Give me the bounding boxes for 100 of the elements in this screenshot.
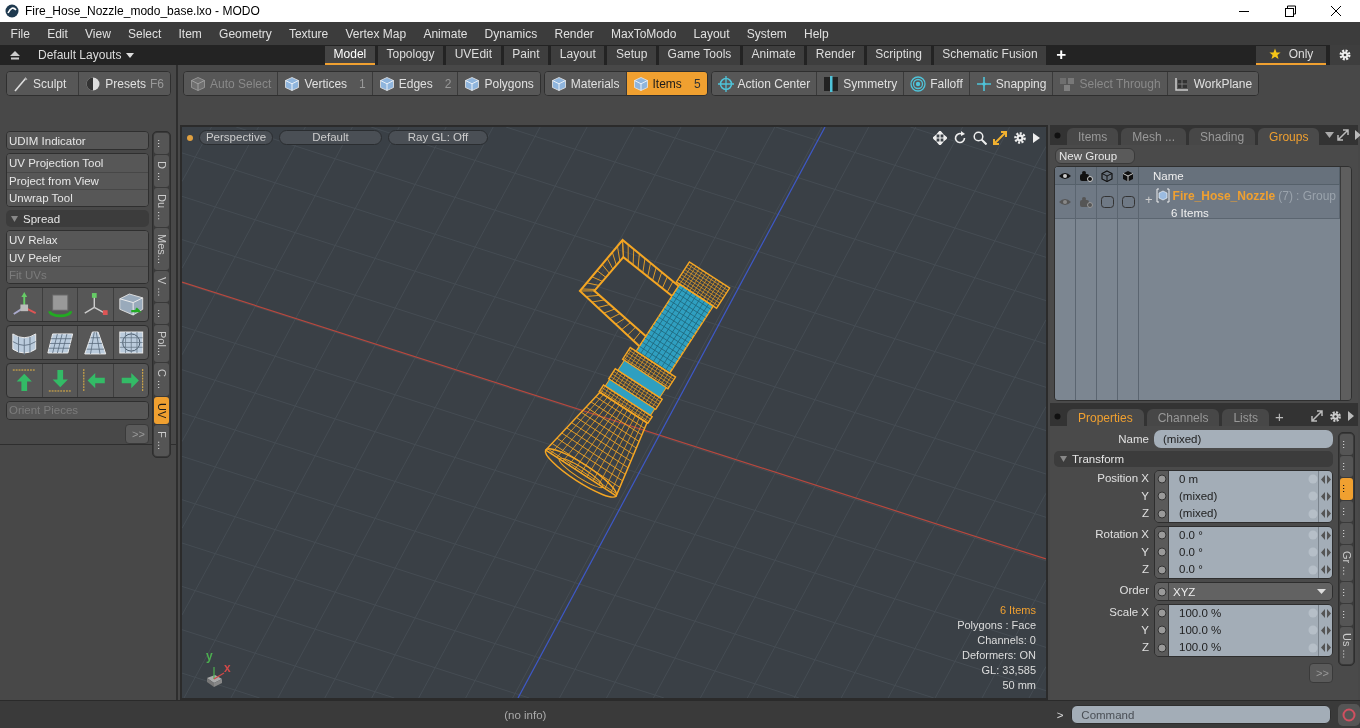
panel-tab[interactable]: Properties xyxy=(1067,409,1144,426)
panel-tab[interactable]: Shading xyxy=(1189,128,1256,145)
collapse-arrow-icon[interactable] xyxy=(9,50,21,60)
toggle-box-icon[interactable] xyxy=(1121,195,1135,208)
expand-icon[interactable] xyxy=(1337,129,1350,141)
cube-outline-icon[interactable] xyxy=(1100,169,1114,182)
layout-tab[interactable]: Setup xyxy=(607,45,656,65)
arrows-icon[interactable] xyxy=(1320,625,1331,635)
tool-button[interactable]: Sculpt xyxy=(7,72,80,95)
side-tab[interactable]: ... xyxy=(1340,434,1353,456)
layout-tab[interactable]: Model xyxy=(325,45,375,65)
arrows-icon[interactable] xyxy=(1320,643,1331,652)
panel-tab[interactable]: Channels xyxy=(1146,409,1220,426)
triangle-right-icon[interactable] xyxy=(1033,132,1040,143)
menu-item[interactable]: Animate xyxy=(414,26,476,41)
menu-item[interactable]: Render xyxy=(545,26,603,41)
layout-tab[interactable]: Game Tools xyxy=(658,45,740,65)
side-tab[interactable]: C ... xyxy=(154,363,169,396)
side-tab[interactable]: ... xyxy=(1340,500,1353,522)
side-tab[interactable]: Gr ... xyxy=(1340,544,1353,582)
radio-icon[interactable] xyxy=(1156,642,1167,653)
menu-item[interactable]: Select xyxy=(119,26,170,41)
radio-icon[interactable] xyxy=(1156,608,1167,618)
layout-preset-dropdown[interactable]: Default Layouts xyxy=(38,48,135,62)
value-field[interactable]: 0.0 ° xyxy=(1169,527,1318,544)
new-group-button[interactable]: New Group xyxy=(1055,148,1135,164)
side-tab[interactable]: ... xyxy=(1340,456,1353,478)
rotate-icon[interactable] xyxy=(953,130,967,145)
layout-tab[interactable]: Layout xyxy=(551,45,605,65)
menu-item[interactable]: System xyxy=(738,26,796,41)
cube-icon[interactable] xyxy=(1121,169,1135,182)
radio-icon[interactable] xyxy=(1156,547,1167,557)
arrows-icon[interactable] xyxy=(1320,474,1331,484)
add-tab-button[interactable]: + xyxy=(1056,45,1067,65)
tool-list-item[interactable]: UV Projection Tool xyxy=(7,154,148,172)
arrows-icon[interactable] xyxy=(1320,547,1331,557)
toggle-box-icon[interactable] xyxy=(1100,195,1114,208)
section-header[interactable]: Transform xyxy=(1054,451,1333,467)
menu-item[interactable]: View xyxy=(76,26,120,41)
column-header[interactable]: Name xyxy=(1153,169,1184,182)
menu-item[interactable]: Item xyxy=(169,26,211,41)
panel-tab[interactable]: Groups xyxy=(1258,128,1320,145)
side-tab[interactable]: D ... xyxy=(154,155,169,188)
menu-item[interactable]: Layout xyxy=(685,26,739,41)
radio-icon[interactable] xyxy=(1156,474,1167,484)
side-tab[interactable]: ... xyxy=(154,303,169,325)
layout-tab[interactable]: Animate xyxy=(742,45,805,65)
add-tab-button[interactable]: + xyxy=(1275,407,1284,425)
value-field[interactable]: 0 m xyxy=(1169,471,1318,488)
dot-icon[interactable] xyxy=(187,134,193,141)
radio-icon[interactable] xyxy=(1156,586,1167,597)
toolbar-button[interactable]: Items 5 xyxy=(626,72,707,95)
arrows-icon[interactable] xyxy=(1320,491,1331,501)
menu-item[interactable]: MaxToModo xyxy=(602,26,685,41)
layout-tab[interactable]: Render xyxy=(807,45,864,65)
name-field[interactable]: (mixed) xyxy=(1154,430,1333,448)
order-dropdown[interactable]: XYZ xyxy=(1169,583,1332,600)
side-tab[interactable]: F ... xyxy=(154,424,169,456)
side-tab[interactable]: Us ... xyxy=(1340,626,1353,665)
fit-arrows-icon[interactable] xyxy=(993,130,1007,145)
side-tab[interactable]: ... xyxy=(1340,582,1353,604)
layout-tab[interactable]: Scripting xyxy=(866,45,931,65)
zoom-icon[interactable] xyxy=(973,130,987,145)
menu-item[interactable]: Vertex Map xyxy=(336,26,415,41)
toolbar-button[interactable]: Materials xyxy=(544,72,627,95)
settings-icon[interactable] xyxy=(1329,409,1342,423)
menu-item[interactable]: Texture xyxy=(280,26,337,41)
panel-tab[interactable]: Items xyxy=(1067,128,1119,145)
side-tab[interactable]: Mes... xyxy=(154,227,169,270)
toolbar-button[interactable]: Action Center xyxy=(711,72,818,95)
command-field[interactable]: Command xyxy=(1071,705,1331,724)
menu-item[interactable]: File xyxy=(2,26,39,41)
layout-tab[interactable]: Paint xyxy=(503,45,549,65)
radio-icon[interactable] xyxy=(1156,564,1167,575)
radio-icon[interactable] xyxy=(1156,491,1167,501)
arrows-icon[interactable] xyxy=(1320,530,1331,540)
side-tab[interactable]: Du ... xyxy=(154,188,169,227)
triangle-right-icon[interactable] xyxy=(1355,130,1360,140)
menu-item[interactable]: Dynamics xyxy=(476,26,546,41)
radio-icon[interactable] xyxy=(1156,625,1167,635)
favorites-filter-button[interactable]: Only xyxy=(1256,45,1326,65)
caret-icon[interactable] xyxy=(1325,132,1335,138)
arrows-icon[interactable] xyxy=(1320,565,1331,574)
value-field[interactable]: (mixed) xyxy=(1169,505,1318,522)
side-tab[interactable]: ... xyxy=(1340,522,1353,544)
viewport-option-button[interactable]: Ray GL: Off xyxy=(388,130,488,145)
viewport-option-button[interactable]: Default xyxy=(279,130,382,145)
value-field[interactable]: 0.0 ° xyxy=(1169,561,1318,578)
viewport-option-button[interactable]: Perspective xyxy=(199,130,273,145)
arrows-icon[interactable] xyxy=(1320,608,1331,618)
move-icon[interactable] xyxy=(933,130,947,145)
scrollbar[interactable] xyxy=(1340,167,1351,400)
menu-item[interactable]: Edit xyxy=(38,26,77,41)
layout-tab[interactable]: Schematic Fusion xyxy=(933,45,1047,65)
side-tab[interactable]: ... xyxy=(1340,478,1353,500)
layout-tab[interactable]: Topology xyxy=(377,45,444,65)
arrows-icon[interactable] xyxy=(1320,509,1331,518)
side-tab[interactable]: V ... xyxy=(154,270,169,303)
side-tab[interactable]: ... xyxy=(1340,604,1353,626)
panel-tab[interactable]: Lists xyxy=(1222,409,1270,426)
